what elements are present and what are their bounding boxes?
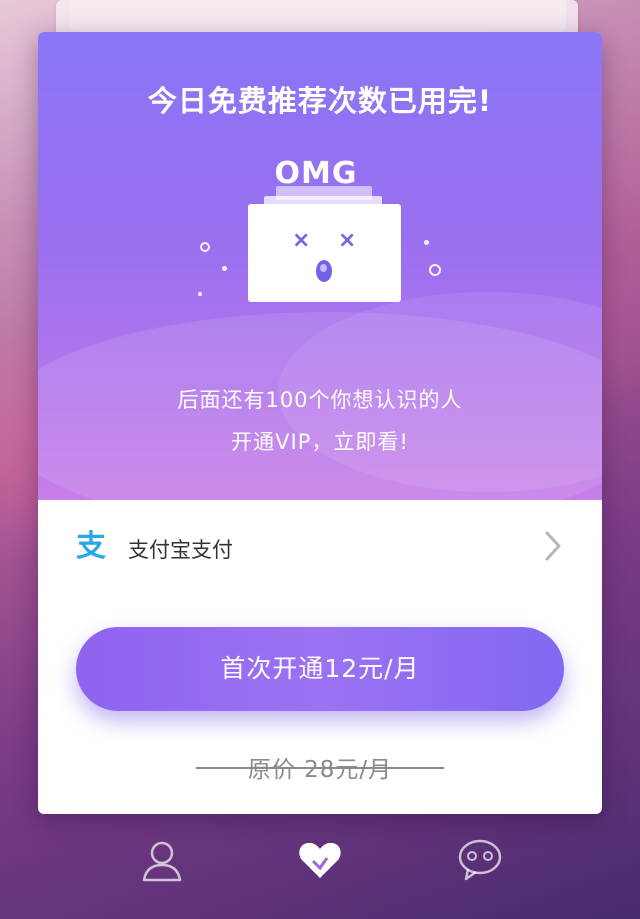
promo-message: 开通VIP，立即看! <box>231 430 409 454</box>
price-strikethrough <box>196 767 444 769</box>
alipay-icon: 支 <box>76 529 106 564</box>
person-icon[interactable] <box>138 836 186 884</box>
omg-box-surprised-icon: OMG × × <box>198 156 448 316</box>
sparkle-dot <box>222 266 227 271</box>
payment-method-row[interactable]: 支 支付宝支付 <box>38 524 602 584</box>
surprised-face: × × <box>248 204 401 302</box>
heart-icon[interactable] <box>296 836 344 884</box>
x-eye-icon: × <box>292 228 311 253</box>
promo-message: 后面还有100个你想认识的人 <box>177 388 463 412</box>
subscribe-button[interactable]: 首次开通12元/月 <box>76 627 564 711</box>
payment-method-label: 支付宝支付 <box>128 538 233 562</box>
x-eye-icon: × <box>338 228 357 253</box>
bottom-tab-bar <box>0 820 640 919</box>
sparkle-dot <box>198 292 202 296</box>
sparkle-dot <box>424 240 429 245</box>
open-mouth <box>316 260 332 282</box>
sparkle-dot <box>429 264 441 276</box>
card-title: 今日免费推荐次数已用完! <box>147 84 493 118</box>
sparkle-dot <box>200 242 210 252</box>
chevron-right-icon <box>545 531 561 561</box>
vip-upsell-card: 今日免费推荐次数已用完! OMG × × 后面还有100个你想认识的人 开通VI… <box>38 32 602 814</box>
card-header-panel: 今日免费推荐次数已用完! OMG × × 后面还有100个你想认识的人 开通VI… <box>38 32 602 500</box>
chat-bubble-icon[interactable] <box>456 836 504 884</box>
